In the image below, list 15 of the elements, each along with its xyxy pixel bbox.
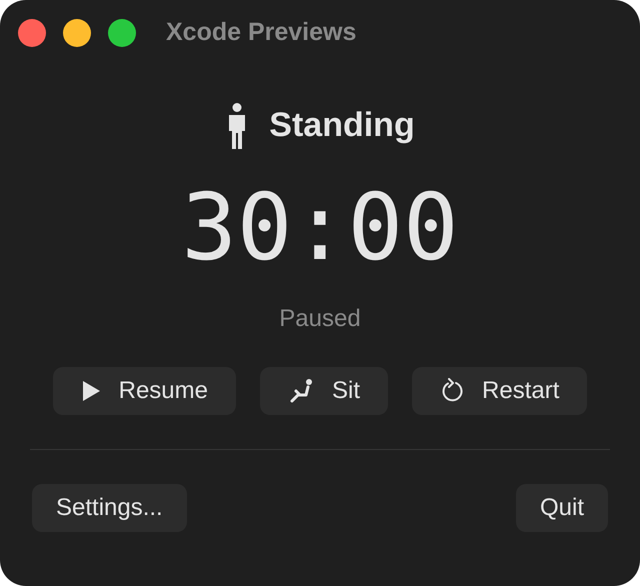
seated-figure-icon — [288, 378, 314, 404]
status-label: Standing — [269, 105, 415, 146]
timer-state: Paused — [279, 304, 361, 334]
action-button[interactable]: Resume — [52, 367, 236, 415]
window-title: Xcode Previews — [166, 17, 356, 48]
quit-button[interactable]: Quit — [516, 484, 608, 532]
play-icon — [80, 380, 101, 402]
settings-button[interactable]: Settings... — [32, 484, 187, 532]
timer-display: 30:00 — [182, 173, 458, 283]
zoom-button[interactable] — [108, 19, 136, 47]
action-button[interactable]: Sit — [260, 367, 388, 415]
close-button[interactable] — [18, 19, 46, 47]
restart-icon — [440, 378, 464, 404]
minimize-button[interactable] — [63, 19, 91, 47]
action-button[interactable]: Restart — [412, 367, 588, 415]
